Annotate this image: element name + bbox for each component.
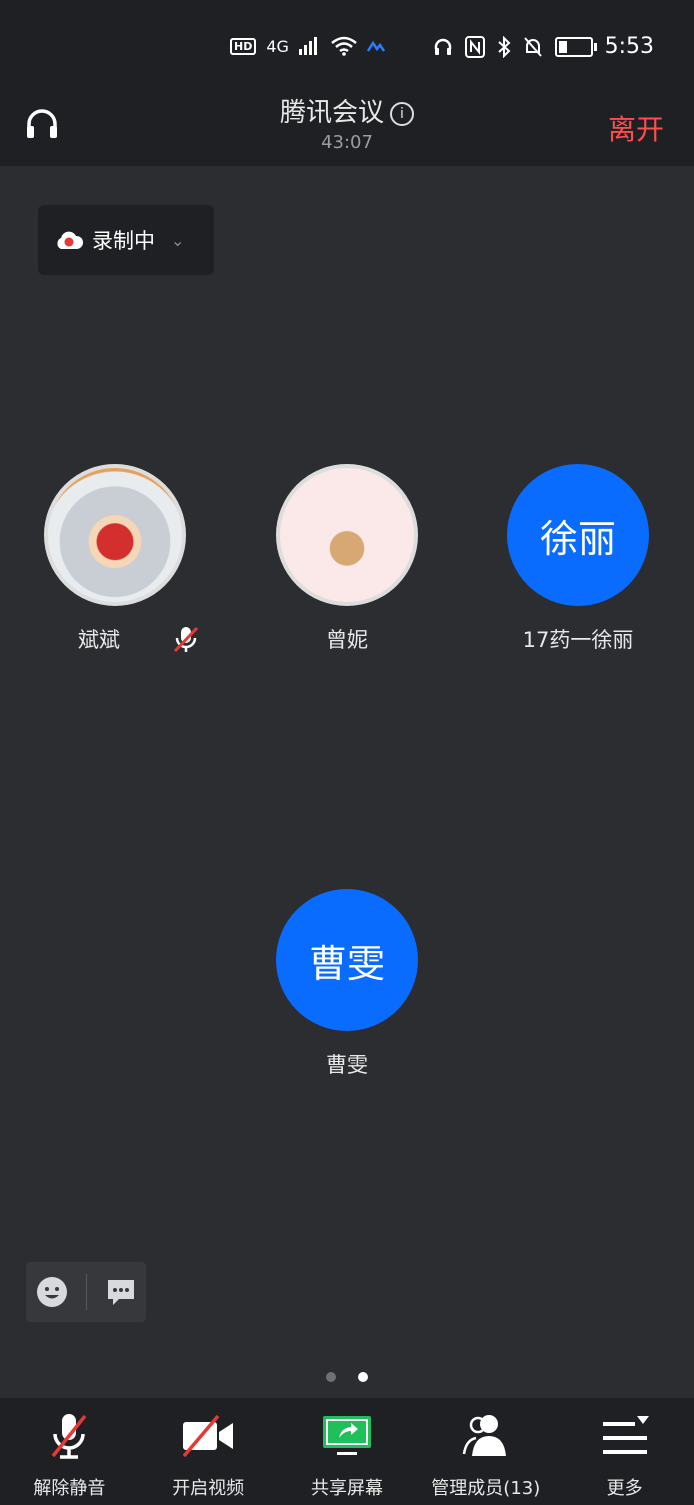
video-off-icon [182,1414,234,1458]
participant-tile[interactable]: 斌斌 [5,464,225,654]
bluetooth-icon [497,35,511,58]
avatar: 曹雯 [276,889,418,1031]
participant-name: 曹雯 [326,1053,368,1077]
cloud-record-icon [57,231,84,249]
chat-icon[interactable] [105,1277,137,1307]
status-left: HD 4G [230,36,385,56]
headset-status-icon [434,38,451,55]
network-type: 4G [266,36,289,56]
recording-indicator[interactable]: 录制中 ⌄ [38,205,214,275]
page-dot-active[interactable] [358,1372,368,1382]
status-right: 5:53 [433,34,654,59]
manage-members-label: 管理成员(13) [431,1478,541,1499]
mute-bell-icon [523,36,542,57]
recording-label: 录制中 [92,229,155,253]
share-screen-button[interactable]: 共享屏幕 [278,1398,416,1500]
participant-tile[interactable]: 徐丽 17药一徐丽 [468,464,688,654]
mic-muted-icon [52,1414,87,1459]
avatar [276,464,418,606]
participant-name: 17药一徐丽 [522,628,634,652]
share-screen-label: 共享屏幕 [310,1478,383,1499]
manage-members-button[interactable]: 管理成员(13) [417,1398,555,1500]
start-video-label: 开启视频 [172,1478,245,1499]
page-indicator [0,1372,694,1382]
divider [86,1274,88,1310]
meeting-timer: 43:07 [321,132,373,153]
meeting-app-icon [366,40,385,52]
battery-icon [554,36,597,57]
leave-button[interactable]: 离开 [608,108,664,148]
meeting-header: 腾讯会议 i 43:07 离开 [0,82,694,166]
unmute-label: 解除静音 [33,1478,106,1499]
avatar [44,464,186,606]
nfc-icon [464,35,485,58]
chevron-down-icon: ⌄ [171,230,185,250]
participant-name: 曾妮 [326,628,368,652]
participant-tile[interactable]: 曹雯 曹雯 [237,889,457,1079]
emoji-icon[interactable] [35,1275,69,1309]
mic-muted-icon [173,626,199,653]
reaction-chat-box [26,1262,146,1322]
hd-badge: HD [230,37,257,55]
info-icon[interactable]: i [390,102,414,126]
page-dot[interactable] [326,1372,336,1382]
share-screen-icon [322,1416,371,1455]
bottom-toolbar: 解除静音 开启视频 共享屏幕 管理成员(13) 更多 [0,1398,694,1505]
start-video-button[interactable]: 开启视频 [139,1398,277,1500]
menu-icon [602,1416,649,1454]
unmute-button[interactable]: 解除静音 [0,1398,138,1500]
participant-tile[interactable]: 曾妮 [237,464,457,654]
status-time: 5:53 [604,34,654,59]
status-bar: HD 4G 5:53 [0,0,694,82]
members-icon [462,1415,506,1456]
signal-icon [298,37,317,55]
wifi-icon [331,36,357,56]
more-label: 更多 [606,1478,643,1499]
meeting-title[interactable]: 腾讯会议 i [0,92,694,129]
avatar: 徐丽 [507,464,649,606]
meeting-title-text: 腾讯会议 [279,98,384,128]
more-button[interactable]: 更多 [556,1398,694,1500]
